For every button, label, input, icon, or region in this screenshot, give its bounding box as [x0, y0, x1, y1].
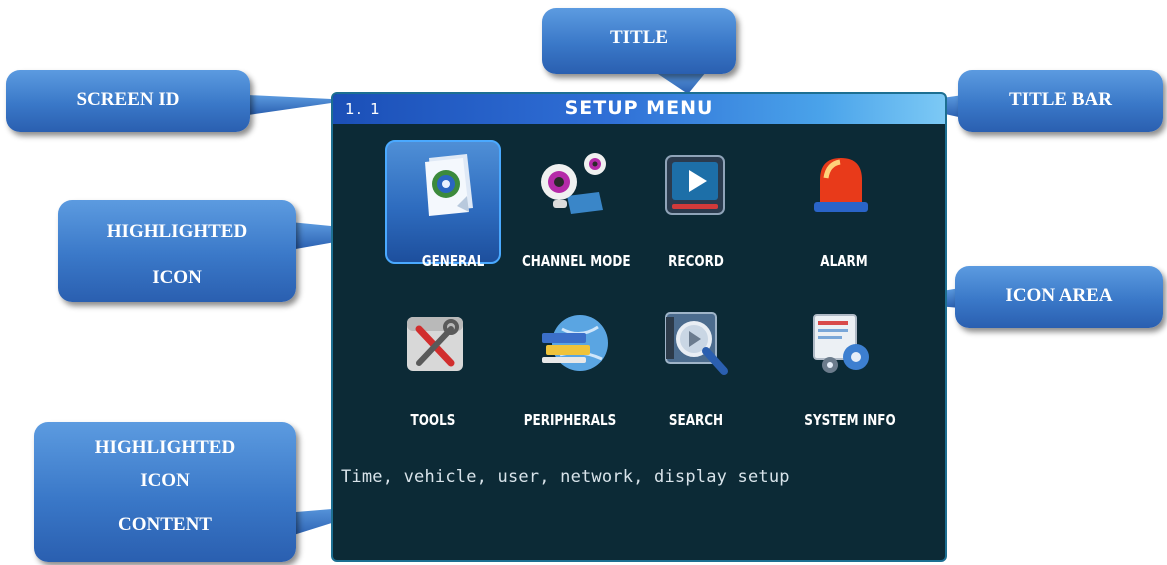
menu-item-search[interactable]: SEARCH [658, 307, 778, 429]
menu-item-system-info[interactable]: SYSTEM INFO [794, 307, 914, 429]
callout-text: SCREEN ID [76, 89, 180, 110]
menu-item-alarm[interactable]: ALARM [794, 148, 914, 270]
play-screen-icon [665, 155, 725, 215]
webcam-icon [541, 153, 606, 214]
magnifier-screen-icon [665, 312, 728, 375]
callout-text: CONTENT [118, 514, 212, 535]
gear-document-icon [425, 154, 473, 216]
callout-text: HIGHLIGHTED [94, 437, 236, 458]
menu-label: ALARM [820, 252, 868, 270]
tools-icon [407, 317, 463, 371]
menu-label: SEARCH [668, 411, 724, 429]
siren-icon [814, 158, 868, 212]
menu-label: TOOLS [410, 411, 456, 429]
screen-title: SETUP MENU [564, 97, 714, 119]
globe-cards-icon [542, 315, 608, 371]
menu-label: SYSTEM INFO [804, 411, 896, 429]
callout-text: TITLE BAR [1009, 89, 1112, 110]
menu-item-record[interactable]: RECORD [658, 148, 778, 270]
callout-text: ICON AREA [1005, 285, 1113, 306]
menu-label: RECORD [668, 252, 724, 270]
system-gears-icon [813, 314, 869, 373]
title-callout-tail [655, 72, 706, 94]
menu-label: GENERAL [421, 252, 485, 270]
menu-item-peripherals[interactable]: PERIPHERALS [516, 307, 636, 429]
menu-item-general[interactable]: GENERAL [377, 140, 501, 270]
highlighted-item-description: Time, vehicle, user, network, display se… [341, 467, 790, 487]
dvr-screen: 1. 1 SETUP MENU GENERAL CHANNEL MODE REC… [331, 92, 947, 562]
callout-text: TITLE [609, 27, 669, 48]
callout-text: ICON [140, 470, 190, 491]
callout-text: HIGHLIGHTED [106, 221, 248, 242]
title-bar: 1. 1 SETUP MENU [333, 94, 945, 124]
menu-label: PERIPHERALS [523, 411, 617, 429]
menu-label: CHANNEL MODE [522, 252, 631, 270]
menu-item-channel-mode[interactable]: CHANNEL MODE [516, 148, 636, 270]
menu-item-tools[interactable]: TOOLS [377, 307, 497, 429]
callout-text: ICON [152, 267, 202, 288]
